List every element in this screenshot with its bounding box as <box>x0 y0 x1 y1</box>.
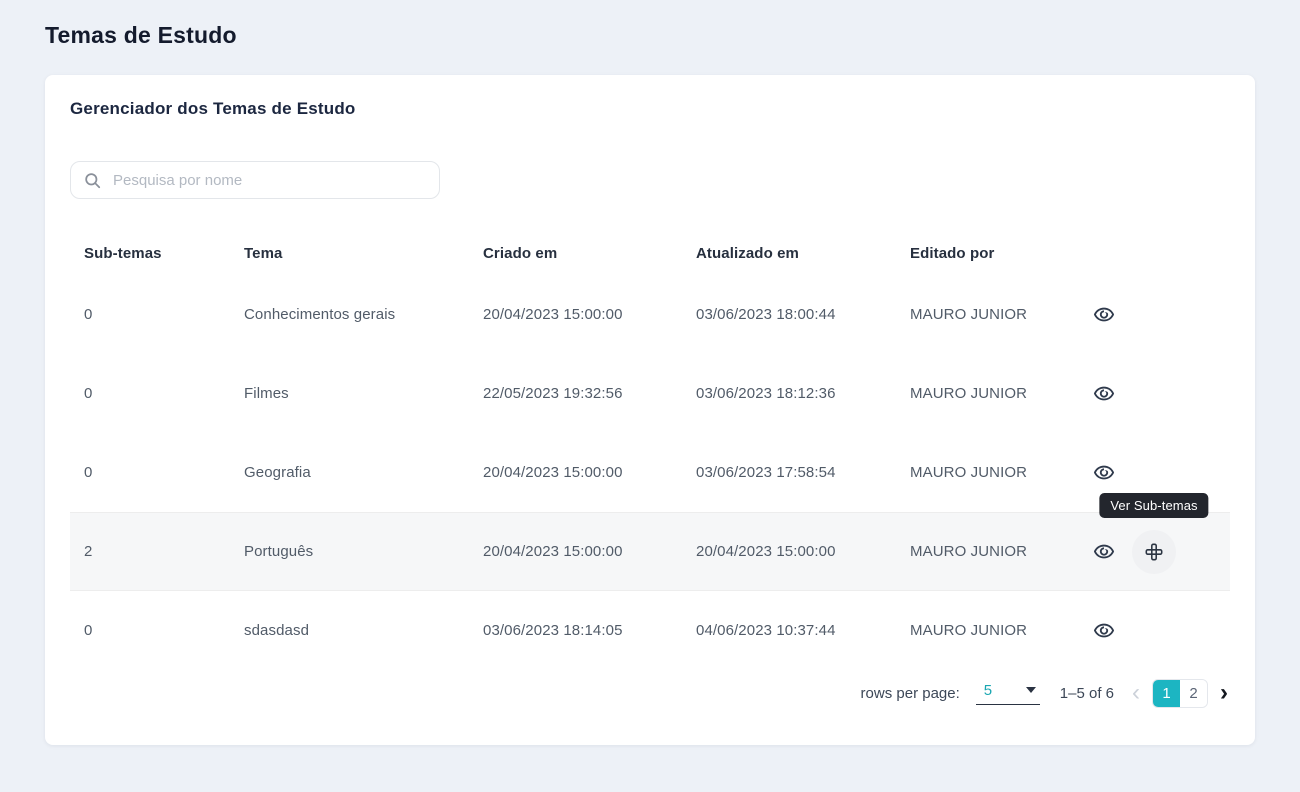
column-header-tema: Tema <box>244 244 283 262</box>
column-header-subtemas: Sub-temas <box>84 244 162 262</box>
cell-actions: Ver Sub-temas <box>1076 453 1230 493</box>
pager: ‹ 1 2 › <box>1130 678 1230 708</box>
cell-editado-por: MAURO JUNIOR <box>910 306 1028 323</box>
table-row[interactable]: 0 sdasdasd 03/06/2023 18:14:05 04/06/202… <box>70 591 1230 670</box>
cell-atualizado-em: 03/06/2023 18:12:36 <box>696 385 836 402</box>
cell-tema: Português <box>244 543 314 560</box>
cell-actions: Ver Sub-temas <box>1076 492 1230 574</box>
cell-atualizado-em: 20/04/2023 15:00:00 <box>696 543 836 560</box>
view-tema-button[interactable] <box>1084 453 1124 493</box>
view-tema-button[interactable] <box>1084 611 1124 651</box>
search-icon <box>85 172 101 188</box>
cell-subtemas: 0 <box>84 306 93 323</box>
add-subtema-button[interactable] <box>1132 529 1176 574</box>
table-body: 0 Conhecimentos gerais 20/04/2023 15:00:… <box>70 275 1230 670</box>
eye-icon <box>1093 544 1115 558</box>
cell-criado-em: 20/04/2023 15:00:00 <box>483 543 623 560</box>
cell-atualizado-em: 03/06/2023 17:58:54 <box>696 464 836 481</box>
view-tema-button[interactable] <box>1084 295 1124 335</box>
cell-editado-por: MAURO JUNIOR <box>910 543 1028 560</box>
cell-tema: Filmes <box>244 385 289 402</box>
pagination-range: 1–5 of 6 <box>1059 684 1114 702</box>
table-row[interactable]: 0 Geografia 20/04/2023 15:00:00 03/06/20… <box>70 433 1230 512</box>
cell-criado-em: 20/04/2023 15:00:00 <box>483 306 623 323</box>
tooltip-ver-subtemas: Ver Sub-temas <box>1099 492 1209 518</box>
cell-criado-em: 22/05/2023 19:32:56 <box>483 385 623 402</box>
eye-icon <box>1093 307 1115 321</box>
cell-actions: Ver Sub-temas <box>1076 295 1230 335</box>
table-header-row: Sub-temas Tema Criado em Atualizado em E… <box>70 231 1230 275</box>
chevron-right-icon: › <box>1220 679 1228 706</box>
table-row[interactable]: 2 Português 20/04/2023 15:00:00 20/04/20… <box>70 492 1230 591</box>
cell-editado-por: MAURO JUNIOR <box>910 464 1028 481</box>
rows-per-page-value: 5 <box>983 681 993 699</box>
cell-tema: sdasdasd <box>244 622 310 639</box>
plus-interlock-icon <box>1145 543 1163 560</box>
prev-page-button[interactable]: ‹ <box>1130 681 1142 705</box>
table-row[interactable]: 0 Conhecimentos gerais 20/04/2023 15:00:… <box>70 275 1230 354</box>
column-header-editado-por: Editado por <box>910 244 995 262</box>
cell-subtemas: 0 <box>84 622 93 639</box>
cell-subtemas: 0 <box>84 385 93 402</box>
view-tema-button[interactable] <box>1084 374 1124 414</box>
cell-actions: Ver Sub-temas <box>1076 374 1230 414</box>
eye-icon <box>1093 623 1115 637</box>
eye-icon <box>1093 386 1115 400</box>
cell-subtemas: 2 <box>84 543 93 560</box>
page-title: Temas de Estudo <box>45 22 237 48</box>
cell-tema: Geografia <box>244 464 311 481</box>
card-title: Gerenciador dos Temas de Estudo <box>70 99 356 118</box>
temas-card: Gerenciador dos Temas de Estudo Sub-tema… <box>45 75 1255 745</box>
table-row[interactable]: 0 Filmes 22/05/2023 19:32:56 03/06/2023 … <box>70 354 1230 433</box>
page-buttons: 1 2 <box>1152 678 1208 708</box>
next-page-button[interactable]: › <box>1218 681 1230 705</box>
rows-per-page-select[interactable]: 5 <box>975 681 1040 705</box>
view-tema-button[interactable] <box>1084 532 1124 572</box>
temas-table: Sub-temas Tema Criado em Atualizado em E… <box>70 231 1230 670</box>
column-header-criado-em: Criado em <box>483 244 558 262</box>
cell-criado-em: 03/06/2023 18:14:05 <box>483 622 623 639</box>
page: Temas de Estudo Gerenciador dos Temas de… <box>0 0 1300 785</box>
search-input-wrapper[interactable] <box>70 161 440 199</box>
cell-criado-em: 20/04/2023 15:00:00 <box>483 464 623 481</box>
eye-icon <box>1093 465 1115 479</box>
cell-editado-por: MAURO JUNIOR <box>910 385 1028 402</box>
cell-subtemas: 0 <box>84 464 93 481</box>
column-header-atualizado-em: Atualizado em <box>696 244 799 262</box>
search-input[interactable] <box>111 170 427 190</box>
rows-per-page-label: rows per page: <box>860 684 960 702</box>
page-button-1[interactable]: 1 <box>1153 679 1180 707</box>
cell-tema: Conhecimentos gerais <box>244 306 396 323</box>
cell-editado-por: MAURO JUNIOR <box>910 622 1028 639</box>
cell-atualizado-em: 03/06/2023 18:00:44 <box>696 306 836 323</box>
chevron-left-icon: ‹ <box>1132 679 1140 706</box>
cell-atualizado-em: 04/06/2023 10:37:44 <box>696 622 836 639</box>
pagination-bar: rows per page: 5 1–5 of 6 ‹ 1 2 › <box>70 670 1230 716</box>
cell-actions: Ver Sub-temas <box>1076 611 1230 651</box>
chevron-down-icon <box>1025 687 1036 693</box>
page-button-2[interactable]: 2 <box>1180 679 1207 707</box>
